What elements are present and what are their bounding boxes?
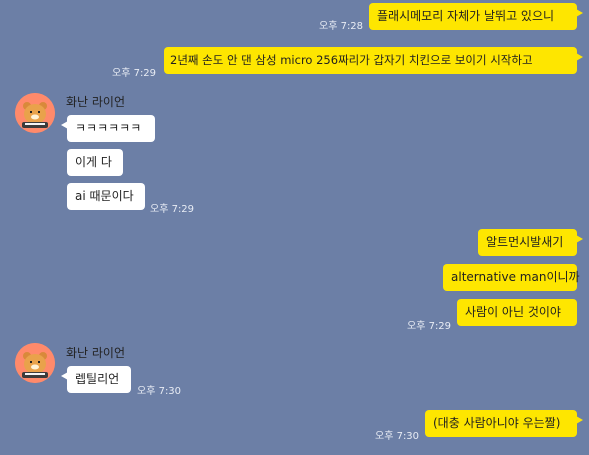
message-text: 플래시메모리 자체가 날뛰고 있으니: [377, 9, 555, 23]
message-time: 오후 7:29: [407, 321, 452, 332]
ryan-avatar-icon[interactable]: [15, 93, 55, 133]
ryan-avatar-icon[interactable]: [15, 343, 55, 383]
message-text: 사람이 아닌 것이야: [465, 305, 561, 319]
their-message-bubble[interactable]: ai 때문이다: [67, 183, 145, 210]
message-time: 오후 7:29: [112, 68, 157, 79]
message-text: ㅋㅋㅋㅋㅋㅋ: [75, 121, 142, 135]
message-time: 오후 7:28: [319, 21, 364, 32]
my-message-bubble[interactable]: 알트먼시발새기: [478, 229, 583, 256]
my-message-bubble[interactable]: 2년째 손도 안 댄 삼성 micro 256짜리가 갑자기 치킨으로 보이기 …: [164, 47, 583, 74]
message-text: alternative man이니까: [451, 270, 580, 284]
their-message-bubble[interactable]: 렙틸리언: [61, 366, 131, 393]
message-time: 오후 7:29: [150, 204, 195, 215]
my-message-bubble[interactable]: 사람이 아닌 것이야: [457, 299, 577, 326]
my-message-bubble[interactable]: (대충 사람아니야 우는짤): [425, 410, 583, 437]
their-message-bubble[interactable]: ㅋㅋㅋㅋㅋㅋ: [61, 115, 155, 142]
message-time: 오후 7:30: [137, 386, 182, 397]
message-time: 오후 7:30: [375, 431, 420, 442]
my-message-bubble[interactable]: alternative man이니까: [443, 264, 580, 291]
sender-name: 화난 라이언: [66, 95, 126, 109]
message-text: 렙틸리언: [75, 372, 120, 386]
their-message-bubble[interactable]: 이게 다: [67, 149, 123, 176]
message-text: 2년째 손도 안 댄 삼성 micro 256짜리가 갑자기 치킨으로 보이기 …: [170, 53, 533, 67]
my-message-bubble[interactable]: 플래시메모리 자체가 날뛰고 있으니: [369, 3, 583, 30]
message-text: ai 때문이다: [75, 189, 134, 203]
message-text: 알트먼시발새기: [486, 235, 564, 249]
sender-name: 화난 라이언: [66, 346, 126, 360]
message-text: (대충 사람아니야 우는짤): [433, 416, 561, 430]
message-text: 이게 다: [75, 155, 112, 169]
